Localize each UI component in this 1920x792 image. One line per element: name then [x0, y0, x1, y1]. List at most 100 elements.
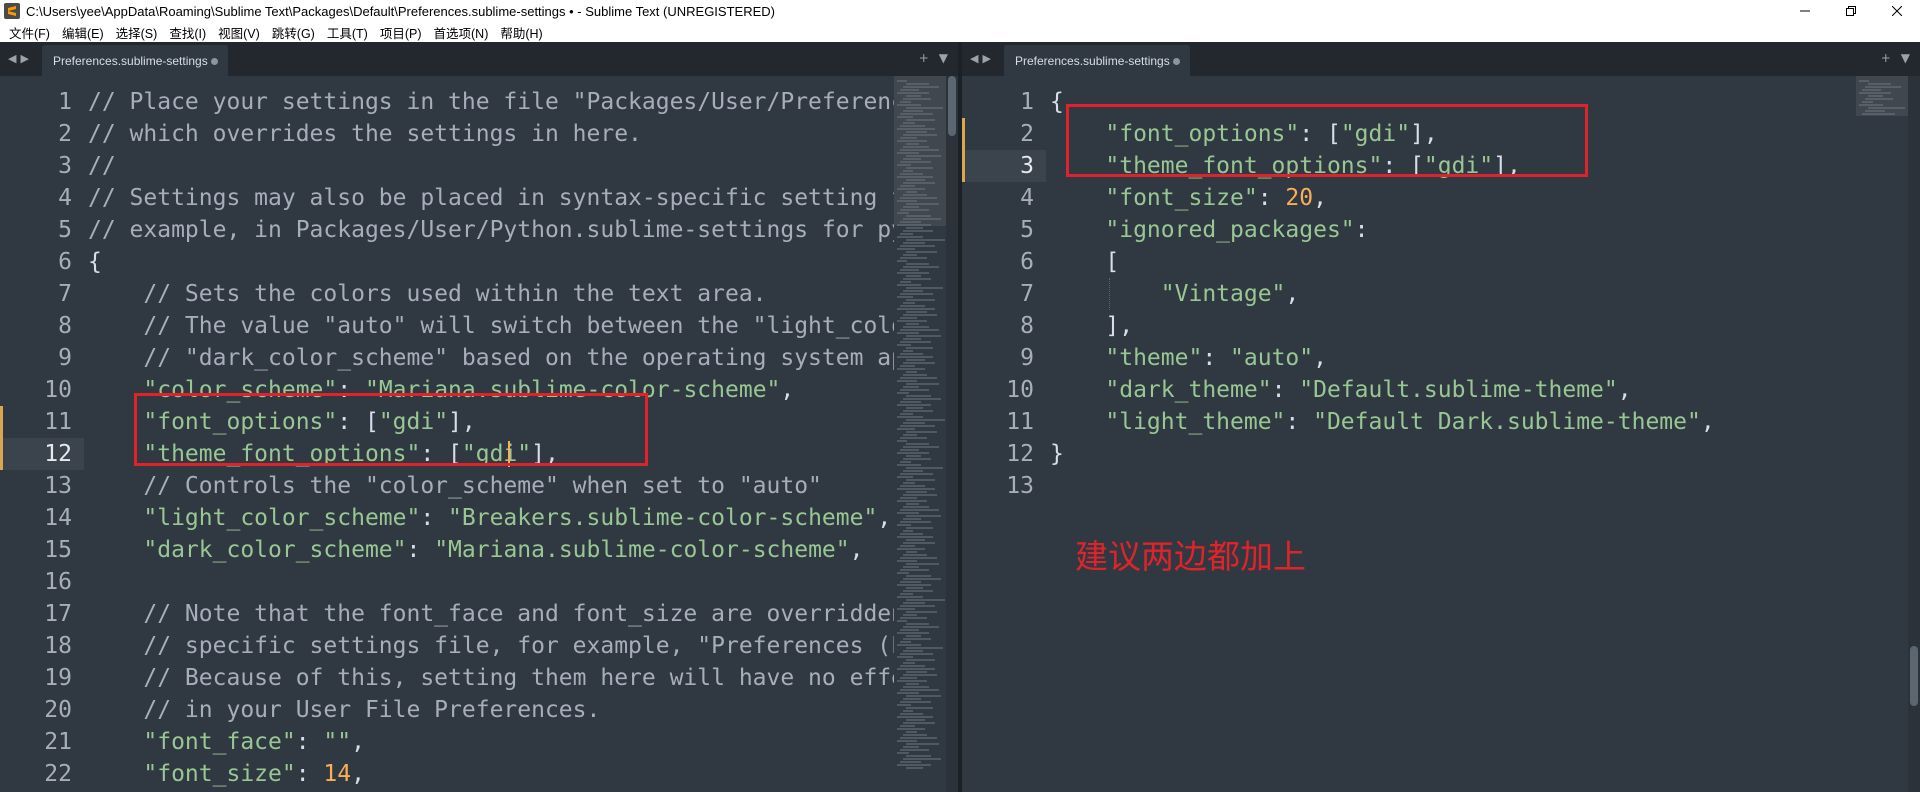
menu-preferences[interactable]: 首选项(N) — [428, 23, 495, 42]
vertical-scrollbar[interactable] — [1908, 76, 1920, 792]
line-number: 6 — [58, 249, 72, 275]
vertical-scrollbar[interactable] — [946, 76, 958, 792]
minimap-line — [906, 227, 923, 229]
minimap-line — [903, 290, 923, 292]
minimap-line — [906, 683, 919, 685]
line-number: 7 — [58, 281, 72, 307]
menu-help[interactable]: 帮助(H) — [494, 23, 548, 42]
minimap-line — [906, 731, 917, 733]
menu-goto[interactable]: 跳转(G) — [266, 23, 321, 42]
minimap-line — [900, 665, 925, 667]
minimap-line — [897, 80, 907, 82]
minimize-button[interactable] — [1782, 0, 1828, 22]
code-line: "dark_color_scheme": "Mariana.sublime-co… — [143, 537, 864, 563]
code-line: // Settings may also be placed in syntax… — [88, 185, 894, 211]
tab-dropdown-icon[interactable]: ▼ — [1901, 51, 1910, 65]
menu-tools[interactable]: 工具(T) — [321, 23, 374, 42]
new-tab-plus-icon[interactable]: + — [919, 51, 929, 65]
new-tab-plus-icon[interactable]: + — [1881, 51, 1891, 65]
close-button[interactable] — [1874, 0, 1920, 22]
minimap-line — [903, 242, 925, 244]
unsaved-dot-icon[interactable] — [1173, 58, 1180, 65]
minimap[interactable] — [894, 76, 946, 792]
minimap-line — [897, 152, 919, 154]
line-number: 21 — [44, 729, 72, 755]
minimap[interactable] — [1856, 76, 1908, 792]
minimap-line — [906, 383, 939, 385]
restore-button[interactable] — [1828, 0, 1874, 22]
code-line: "Vintage", — [1160, 281, 1300, 307]
tab-dropdown-icon[interactable]: ▼ — [939, 51, 948, 65]
menu-edit[interactable]: 编辑(E) — [56, 23, 110, 42]
tab-preferences-user[interactable]: Preferences.sublime-settings — [1004, 45, 1190, 76]
minimap-line — [900, 257, 927, 259]
close-icon — [1892, 6, 1902, 16]
minimap-line — [900, 365, 915, 367]
minimap-line — [903, 206, 919, 208]
line-number: 4 — [58, 185, 72, 211]
title-bar: C:\Users\yee\AppData\Roaming\Sublime Tex… — [0, 0, 1920, 22]
minimap-line — [897, 596, 923, 598]
minimap-line — [897, 740, 917, 742]
right-tab-bar: ◀ ▶ Preferences.sublime-settings + ▼ — [962, 42, 1920, 76]
minimap-line — [906, 671, 927, 673]
minimap-line — [900, 317, 917, 319]
minimap-line — [903, 338, 921, 340]
minimap-line — [906, 563, 939, 565]
minimap-line — [900, 725, 915, 727]
minimap-line — [1868, 95, 1883, 97]
minimap-line — [897, 752, 909, 754]
code-line: // Note that the font_face and font_size… — [143, 601, 894, 627]
minimap-line — [906, 491, 927, 493]
minimap-line — [897, 488, 935, 490]
code-area[interactable]: { "font_options": ["gdi"], "theme_font_o… — [962, 76, 1856, 792]
right-editor[interactable]: { "font_options": ["gdi"], "theme_font_o… — [962, 76, 1920, 792]
minimap-line — [897, 548, 925, 550]
line-number: 18 — [44, 633, 72, 659]
minimap-line — [903, 458, 931, 460]
code-line: "light_theme": "Default Dark.sublime-the… — [1105, 409, 1715, 435]
menu-view[interactable]: 视图(V) — [212, 23, 266, 42]
minimap-line — [900, 761, 921, 763]
menu-project[interactable]: 项目(P) — [374, 23, 428, 42]
minimize-icon — [1800, 10, 1810, 12]
unsaved-dot-icon[interactable] — [211, 58, 218, 65]
minimap-line — [897, 476, 913, 478]
minimap-line — [897, 428, 915, 430]
tab-next-icon[interactable]: ▶ — [982, 52, 990, 65]
minimap-line — [903, 638, 931, 640]
minimap-line — [897, 512, 919, 514]
minimap-line — [1862, 113, 1895, 115]
minimap-line — [903, 446, 939, 448]
code-line: ], — [1050, 313, 1134, 339]
menu-selection[interactable]: 选择(S) — [110, 23, 164, 42]
minimap-line — [906, 743, 939, 745]
minimap-line — [900, 617, 927, 619]
scrollbar-thumb[interactable] — [1910, 646, 1918, 706]
minimap-line — [903, 194, 927, 196]
minimap-line — [900, 281, 911, 283]
scrollbar-thumb[interactable] — [948, 76, 956, 136]
line-number: 13 — [44, 473, 72, 499]
minimap-line — [897, 680, 927, 682]
tab-preferences-default[interactable]: Preferences.sublime-settings — [42, 45, 228, 76]
minimap-line — [897, 536, 933, 538]
line-number: 13 — [1006, 473, 1034, 499]
minimap-line — [897, 572, 909, 574]
tab-prev-icon[interactable]: ◀ — [970, 52, 978, 65]
code-line: // The value "auto" will switch between … — [143, 313, 894, 339]
tab-prev-icon[interactable]: ◀ — [8, 52, 16, 65]
minimap-line — [897, 164, 911, 166]
code-line: // Controls the "color_scheme" when set … — [143, 473, 822, 499]
menu-find[interactable]: 查找(I) — [163, 23, 212, 42]
minimap-line — [906, 167, 933, 169]
menu-file[interactable]: 文件(F) — [3, 23, 56, 42]
tab-next-icon[interactable]: ▶ — [20, 52, 28, 65]
minimap-line — [900, 137, 917, 139]
minimap-line — [897, 392, 909, 394]
code-line: [ — [1050, 249, 1120, 275]
minimap-line — [897, 464, 921, 466]
line-number: 1 — [1020, 89, 1034, 115]
minimap-line — [903, 278, 931, 280]
line-number: 14 — [44, 505, 72, 531]
